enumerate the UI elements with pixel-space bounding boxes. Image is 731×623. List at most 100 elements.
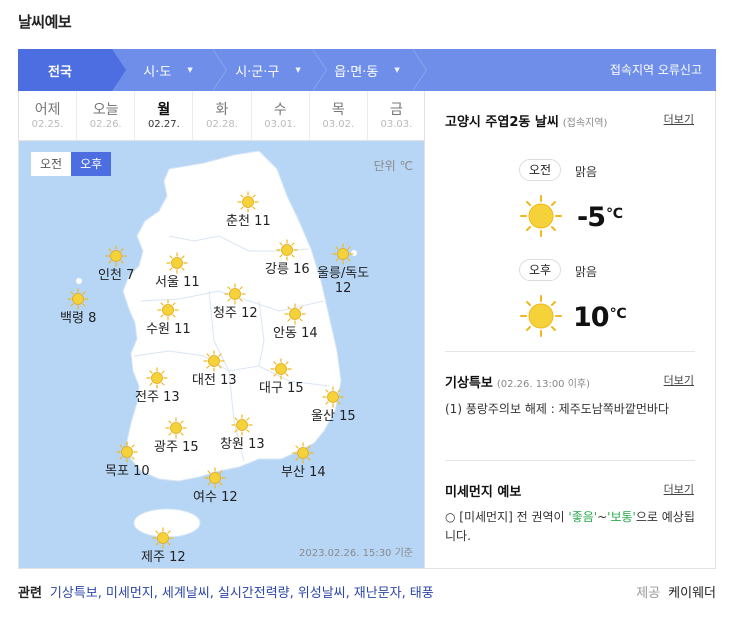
sun-icon <box>520 295 562 337</box>
ampm-toggle: 오전 오후 <box>31 152 112 176</box>
dropdown-triangle-icon: ▼ <box>187 66 193 74</box>
local-more-link[interactable]: 더보기 <box>664 111 694 127</box>
city-weather-marker[interactable]: 안동 14 <box>273 303 318 341</box>
city-name: 안동 <box>273 326 297 341</box>
city-weather-marker[interactable]: 춘천 11 <box>226 191 271 229</box>
city-weather-marker[interactable]: 대구 15 <box>259 358 304 396</box>
dropdown-triangle-icon: ▼ <box>295 66 301 74</box>
city-name: 광주 <box>154 440 178 455</box>
day-tab-date: 03.02. <box>322 119 355 130</box>
day-tab-date: 02.25. <box>31 119 64 130</box>
link-separator: , <box>209 586 214 601</box>
related-link[interactable]: 실시간전력량 <box>218 586 290 601</box>
city-temp: 12 <box>241 306 258 321</box>
city-weather-marker[interactable]: 서울 11 <box>155 252 200 290</box>
city-weather-marker[interactable]: 울산 15 <box>311 386 356 424</box>
city-temp: 14 <box>309 465 326 480</box>
day-tabs: 어제 02.25. 오늘 02.26. 월 02.27. 화 02.28. 수 03.01. 목 03… <box>19 91 424 141</box>
day-tab[interactable]: 어제 02.25. <box>19 91 78 140</box>
city-weather-marker[interactable]: 울릉/독도 12 <box>317 243 369 296</box>
region-step-sigungu[interactable]: 시·군·구 ▼ <box>212 49 327 91</box>
pm-condition: 맑음 <box>575 265 598 279</box>
day-tab[interactable]: 월 02.27. <box>135 91 194 140</box>
alert-subtitle: (02.26. 13:00 이후) <box>496 379 591 390</box>
am-badge: 오전 <box>519 159 562 181</box>
city-weather-marker[interactable]: 여수 12 <box>193 467 238 505</box>
sun-icon <box>116 441 138 463</box>
dust-grade-good: '좋음' <box>568 510 598 524</box>
region-step-label: 전국 <box>48 64 72 80</box>
pm-button[interactable]: 오후 <box>71 152 112 176</box>
city-temp: 13 <box>248 437 265 452</box>
link-separator: , <box>153 586 158 601</box>
provider-label: 제공 <box>636 586 661 601</box>
dust-title: 미세먼지 예보 <box>445 485 522 500</box>
city-weather-marker[interactable]: 목포 10 <box>105 441 150 479</box>
provider: 제공 케이웨더 <box>636 582 716 601</box>
sun-icon <box>105 245 127 267</box>
day-tab-date: 02.27. <box>147 119 180 130</box>
related-link[interactable]: 미세먼지 <box>106 586 154 601</box>
related-link[interactable]: 세계날씨 <box>162 586 210 601</box>
city-weather-marker[interactable]: 대전 13 <box>192 350 237 388</box>
city-name: 서울 <box>155 275 179 290</box>
city-weather-marker[interactable]: 전주 13 <box>135 367 180 405</box>
related-link[interactable]: 재난문자 <box>354 586 402 601</box>
city-weather-marker[interactable]: 청주 12 <box>213 283 258 321</box>
day-tab[interactable]: 목 03.02. <box>310 91 368 140</box>
day-tab[interactable]: 금 03.03. <box>368 91 424 140</box>
city-name: 춘천 <box>226 214 250 229</box>
city-temp: 11 <box>174 322 191 337</box>
region-step-sido[interactable]: 시·도 ▼ <box>112 49 227 91</box>
alert-title-text: 기상특보 <box>445 376 493 391</box>
sun-icon <box>152 527 174 549</box>
alert-text: (1) 풍랑주의보 해제 : 제주도남쪽바깥먼바다 <box>445 402 669 416</box>
dust-tilde: ~ <box>597 510 608 524</box>
page-title: 날씨예보 <box>18 13 72 31</box>
alert-title: 기상특보 (02.26. 13:00 이후) <box>445 372 590 391</box>
city-weather-marker[interactable]: 부산 14 <box>281 442 326 480</box>
dropdown-triangle-icon: ▼ <box>394 66 400 74</box>
am-temp-value: -5 <box>577 202 606 233</box>
local-subtitle: (접속지역) <box>562 118 608 129</box>
city-weather-marker[interactable]: 창원 13 <box>220 414 265 452</box>
dust-more-link[interactable]: 더보기 <box>664 481 694 497</box>
local-forecast-panel: 고양시 주엽2동 날씨 (접속지역) 더보기 오전 맑음 -5℃ 오후 맑음 10… <box>424 91 716 569</box>
city-temp: 15 <box>182 440 199 455</box>
related-link[interactable]: 태풍 <box>410 586 434 601</box>
am-button[interactable]: 오전 <box>31 152 72 176</box>
region-step-nationwide[interactable]: 전국 <box>18 49 126 91</box>
dust-text-prefix: ○ [미세먼지] 전 권역이 <box>445 510 569 524</box>
city-temp: 10 <box>133 464 150 479</box>
related-link[interactable]: 위성날씨 <box>298 586 346 601</box>
city-temp: 15 <box>339 409 356 424</box>
city-weather-marker[interactable]: 수원 11 <box>146 299 191 337</box>
city-name: 강릉 <box>265 262 289 277</box>
city-weather-marker[interactable]: 백령 8 <box>60 288 96 326</box>
region-selector-bar: 읍·면·동 ▼ 시·군·구 ▼ 시·도 ▼ 전국 접속지역 오류신고 <box>18 49 716 91</box>
location-error-report-link[interactable]: 접속지역 오류신고 <box>610 49 702 91</box>
city-weather-marker[interactable]: 강릉 16 <box>265 239 310 277</box>
city-temp: 12 <box>169 550 186 565</box>
city-name: 백령 <box>60 311 84 326</box>
city-weather-marker[interactable]: 광주 15 <box>154 417 199 455</box>
sun-icon <box>146 367 168 389</box>
city-name: 대구 <box>259 381 283 396</box>
region-step-eupmyeondong[interactable]: 읍·면·동 ▼ <box>312 49 427 91</box>
city-name: 목포 <box>105 464 129 479</box>
city-temp: 14 <box>301 326 318 341</box>
day-tab[interactable]: 화 02.28. <box>193 91 252 140</box>
city-temp: 12 <box>221 490 238 505</box>
link-separator: , <box>289 586 294 601</box>
city-weather-marker[interactable]: 제주 12 <box>141 527 186 565</box>
sun-icon <box>224 283 246 305</box>
related-link[interactable]: 기상특보 <box>50 586 98 601</box>
alert-more-link[interactable]: 더보기 <box>664 372 694 388</box>
city-temp: 15 <box>287 381 304 396</box>
day-tab[interactable]: 오늘 02.26. <box>77 91 136 140</box>
region-step-label: 시·군·구 <box>235 64 280 80</box>
city-weather-marker[interactable]: 인천 7 <box>98 245 134 283</box>
day-tab[interactable]: 수 03.01. <box>252 91 310 140</box>
sun-icon <box>520 195 562 237</box>
related-links: 관련 기상특보, 미세먼지, 세계날씨, 실시간전력량, 위성날씨, 재난문자, 태풍 <box>18 582 434 601</box>
